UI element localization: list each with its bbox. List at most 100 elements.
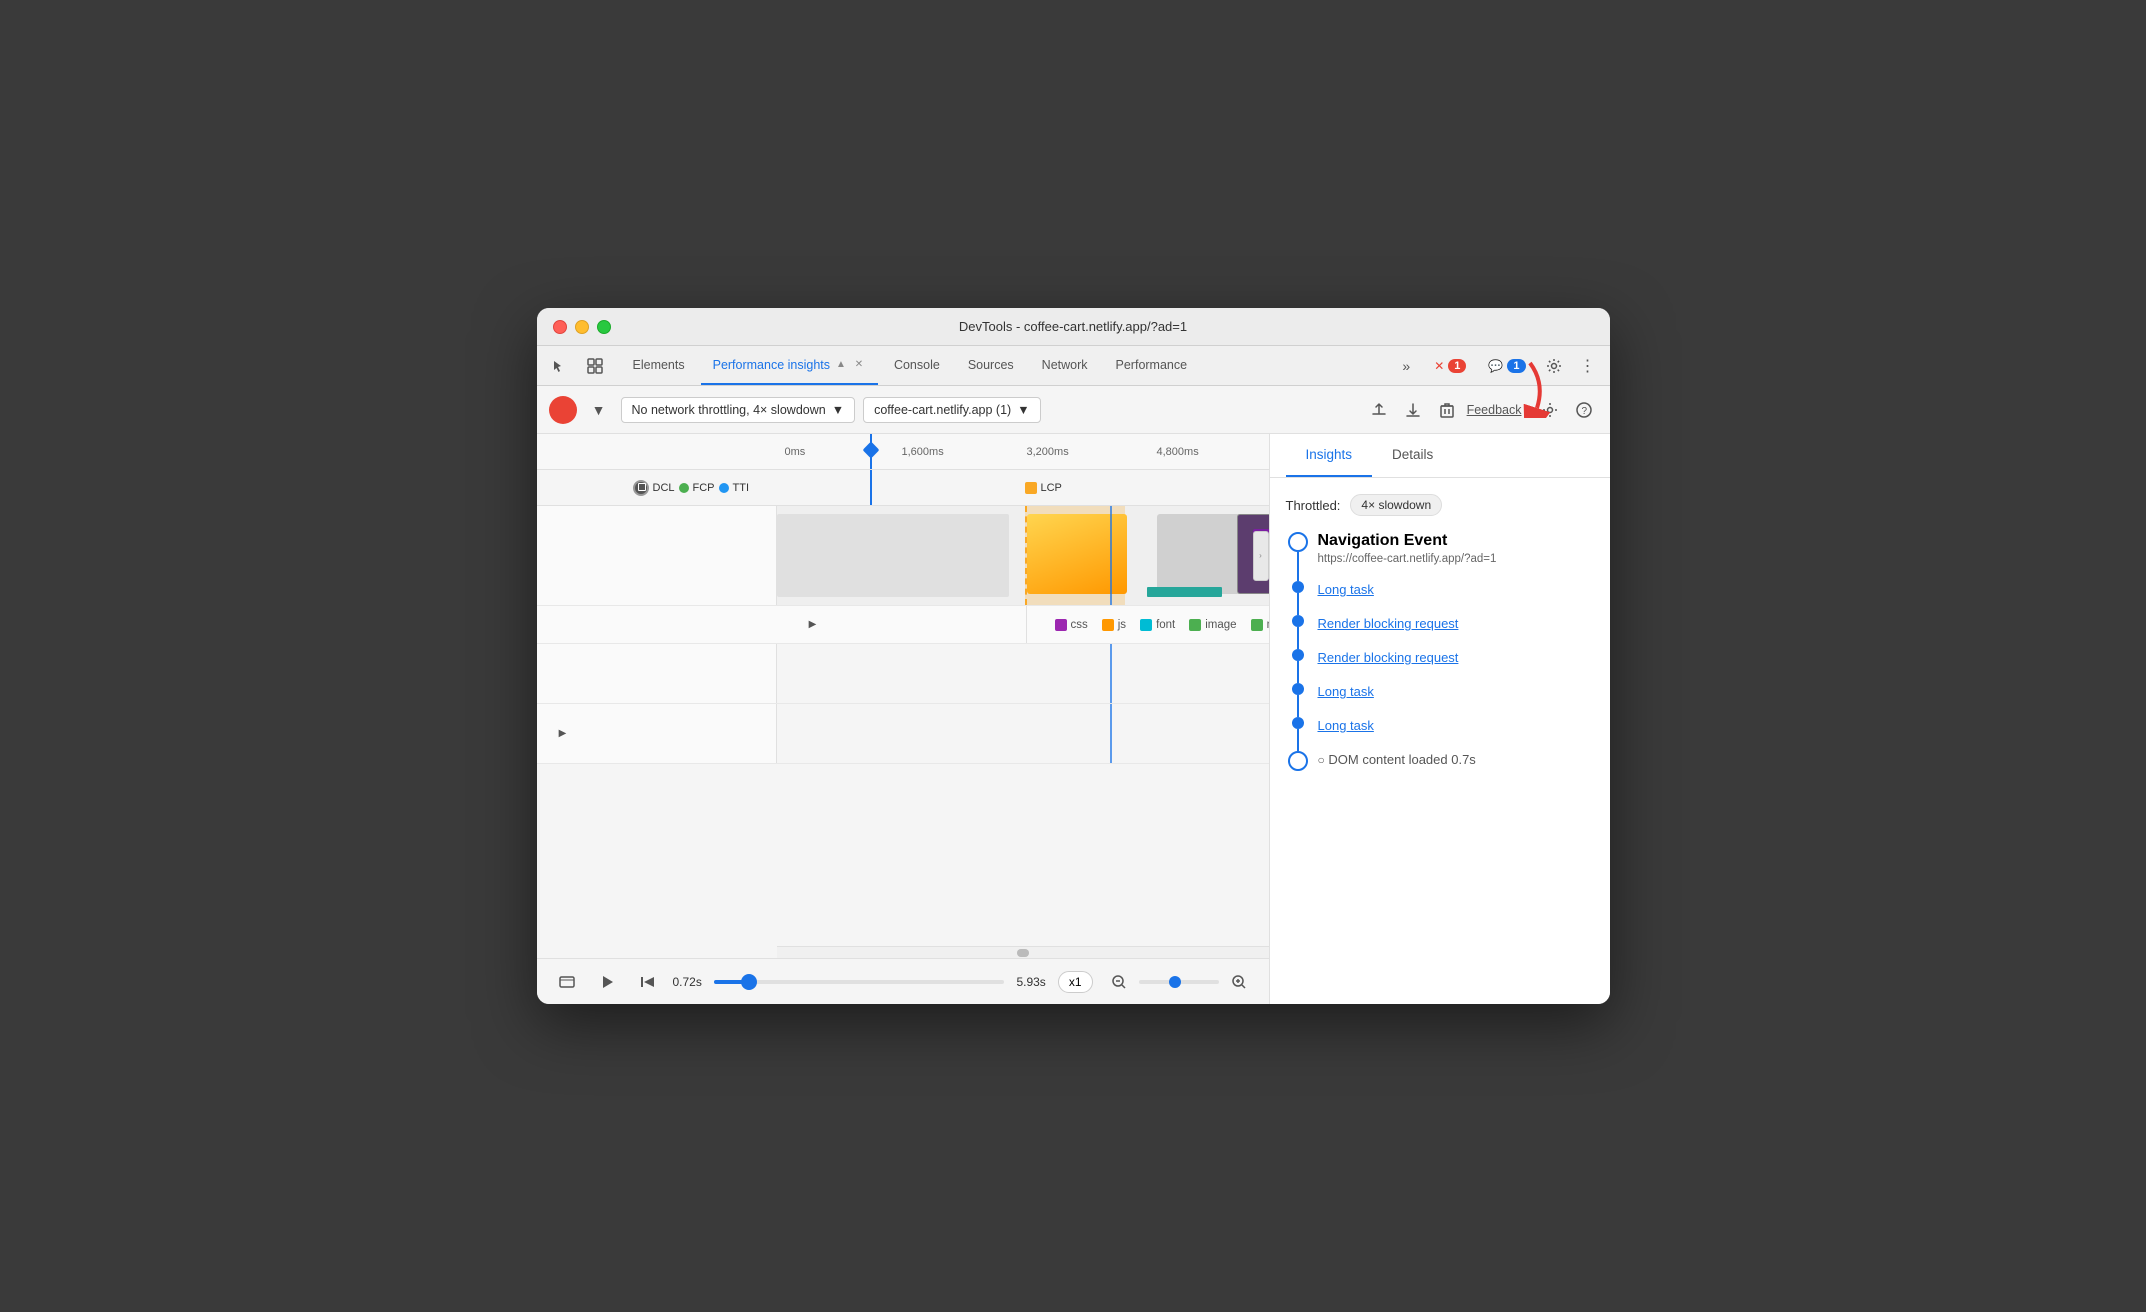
- long-task-1-link[interactable]: Long task: [1318, 582, 1374, 597]
- maximize-button[interactable]: [597, 320, 611, 334]
- minimize-button[interactable]: [575, 320, 589, 334]
- play-button[interactable]: [593, 968, 621, 996]
- bottom-controls: 0.72s 5.93s x1: [537, 958, 1269, 1004]
- record-button[interactable]: [549, 396, 577, 424]
- long-task-3-link[interactable]: Long task: [1318, 718, 1374, 733]
- delete-icon[interactable]: [1433, 396, 1461, 424]
- scrollbar-thumb[interactable]: [1017, 949, 1029, 957]
- message-badge-button[interactable]: 💬 1: [1480, 357, 1533, 375]
- dom-loaded-dot: [1288, 751, 1308, 771]
- close-button[interactable]: [553, 320, 567, 334]
- expand-track-btn[interactable]: ▶: [799, 611, 827, 639]
- timeline-markers-row: DCL FCP TTI LCP: [537, 470, 1269, 506]
- time-slider[interactable]: [714, 980, 1005, 984]
- tab-bar-left-icons: [545, 346, 609, 385]
- title-bar: DevTools - coffee-cart.netlify.app/?ad=1: [537, 308, 1610, 346]
- devtools-window: DevTools - coffee-cart.netlify.app/?ad=1…: [537, 308, 1610, 1004]
- download-icon[interactable]: [1399, 396, 1427, 424]
- throttled-badge: 4× slowdown: [1350, 494, 1442, 516]
- insights-panel: Insights Details Throttled: 4× slowdown: [1270, 434, 1610, 1004]
- long-task-2-row: Long task: [1286, 683, 1594, 717]
- gray-screenshot-block: [777, 514, 1009, 597]
- svg-text:?: ?: [1581, 406, 1587, 417]
- zoom-out-btn[interactable]: [1105, 968, 1133, 996]
- record-dropdown-icon[interactable]: ▼: [585, 396, 613, 424]
- network-track: [537, 644, 1269, 704]
- help-icon[interactable]: ?: [1570, 396, 1598, 424]
- tab-performance-insights[interactable]: Performance insights ▲ ✕: [701, 346, 878, 385]
- teal-bar: [1147, 587, 1222, 597]
- tab-details[interactable]: Details: [1372, 434, 1453, 477]
- gray-screenshot-block2: [1157, 514, 1242, 594]
- fcp-dot: [679, 483, 689, 493]
- dom-loaded-row: ○ DOM content loaded 0.7s: [1286, 751, 1594, 785]
- network-label: [537, 644, 777, 703]
- cursor-icon[interactable]: [545, 352, 573, 380]
- time-slider-thumb[interactable]: [741, 974, 757, 990]
- settings2-icon[interactable]: [1536, 396, 1564, 424]
- dcl-icon: [633, 480, 649, 496]
- zoom-thumb[interactable]: [1169, 976, 1181, 988]
- screenshot-toggle-btn[interactable]: [553, 968, 581, 996]
- playhead-main: [1110, 704, 1112, 763]
- collapse-arrow[interactable]: ›: [1253, 531, 1269, 581]
- playhead-screenshots: [1110, 506, 1112, 605]
- long-task-3-dot: [1292, 717, 1304, 729]
- render-block-1-row: Render blocking request: [1286, 615, 1594, 649]
- long-task-1-row: Long task: [1286, 581, 1594, 615]
- ruler-mark-0ms: 0ms: [785, 446, 806, 458]
- throttle-dropdown[interactable]: No network throttling, 4× slowdown ▼: [621, 397, 856, 423]
- tab-network[interactable]: Network: [1030, 346, 1100, 385]
- settings-icon[interactable]: [1540, 352, 1568, 380]
- speed-button[interactable]: x1: [1058, 971, 1093, 993]
- screenshots-label: [537, 506, 777, 605]
- playhead-line: [870, 434, 872, 469]
- render-block-1-link[interactable]: Render blocking request: [1318, 616, 1459, 631]
- main-thread-content: [777, 704, 1269, 763]
- long-task-2-link[interactable]: Long task: [1318, 684, 1374, 699]
- more-options-icon[interactable]: ⋮: [1574, 352, 1602, 380]
- upload-icon[interactable]: [1365, 396, 1393, 424]
- tab-performance[interactable]: Performance: [1104, 346, 1200, 385]
- zoom-controls: [1105, 968, 1253, 996]
- zoom-slider[interactable]: [1139, 980, 1219, 984]
- ruler-mark-4800: 4,800ms: [1157, 446, 1199, 458]
- feedback-link[interactable]: Feedback: [1467, 403, 1522, 417]
- playhead-markers: [870, 470, 872, 505]
- long-task-1-dot: [1292, 581, 1304, 593]
- url-dropdown[interactable]: coffee-cart.netlify.app (1) ▼: [863, 397, 1040, 423]
- legend-media: media: [1251, 619, 1269, 631]
- tti-label: TTI: [733, 482, 750, 494]
- dcl-marker: DCL FCP TTI: [633, 480, 750, 496]
- tab-console[interactable]: Console: [882, 346, 952, 385]
- tab-close-icon[interactable]: ✕: [852, 358, 866, 372]
- render-block-2-link[interactable]: Render blocking request: [1318, 650, 1459, 665]
- throttled-row: Throttled: 4× slowdown: [1286, 494, 1594, 516]
- rewind-button[interactable]: [633, 968, 661, 996]
- render-block-2-dot: [1292, 649, 1304, 661]
- nav-event-dot: [1288, 532, 1308, 552]
- tab-bar: Elements Performance insights ▲ ✕ Consol…: [537, 346, 1610, 386]
- dcl-label: DCL: [653, 482, 675, 494]
- long-task-2-dot: [1292, 683, 1304, 695]
- tab-insights[interactable]: Insights: [1286, 434, 1373, 477]
- legend-font: font: [1140, 619, 1175, 631]
- legend-image: image: [1189, 619, 1236, 631]
- error-badge-button[interactable]: ✕ 1: [1426, 357, 1474, 375]
- timeline-scrollbar: [777, 946, 1269, 958]
- screenshots-track: ›: [537, 506, 1269, 606]
- zoom-in-btn[interactable]: [1225, 968, 1253, 996]
- long-task-3-row: Long task: [1286, 717, 1594, 751]
- expand-main-btn[interactable]: ▶: [549, 720, 577, 748]
- scrollbar-track[interactable]: [1017, 949, 1029, 957]
- lcp-label: LCP: [1041, 482, 1062, 494]
- timeline-panel: 0ms 1,600ms 3,200ms 4,800ms DCL: [537, 434, 1270, 1004]
- more-tabs-button[interactable]: »: [1392, 352, 1420, 380]
- network-content: [777, 644, 1269, 703]
- tab-elements[interactable]: Elements: [621, 346, 697, 385]
- speed-control: x1: [1058, 971, 1093, 993]
- track-rows: › ▶ css js: [537, 506, 1269, 946]
- inspect-icon[interactable]: [581, 352, 609, 380]
- tab-sources[interactable]: Sources: [956, 346, 1026, 385]
- ruler-mark-1600: 1,600ms: [902, 446, 944, 458]
